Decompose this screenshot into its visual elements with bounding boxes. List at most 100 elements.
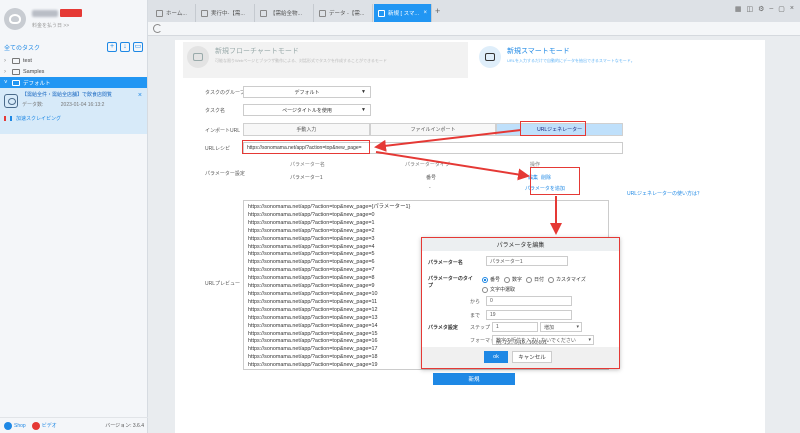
page-icon — [201, 9, 208, 17]
close-icon[interactable]: × — [423, 10, 427, 16]
import-icon[interactable]: ↓ — [120, 42, 130, 52]
tab-home[interactable]: ホーム... — [152, 4, 196, 22]
folder-icon — [12, 57, 20, 64]
task-card[interactable]: 【需給全件・需給全店舗】で飲食店閲覧 データ数: 2023-01-04 16:1… — [0, 88, 147, 134]
gear-icon[interactable]: ⚙ — [758, 5, 764, 13]
annotation-box-operations — [530, 167, 580, 195]
accelerate-label: 加速スクレイピング — [16, 116, 62, 122]
dialog-title: パラメータを編集 — [422, 238, 619, 251]
refresh-icon[interactable] — [153, 24, 162, 33]
radio-text-extract[interactable]: 文字中選取 — [482, 286, 515, 293]
step-label: ステップ — [470, 325, 491, 331]
url-recipe-label: URLレシピ — [205, 146, 231, 152]
dialog-type-label: パラメーターのタイプ — [428, 276, 473, 289]
shop-icon — [4, 421, 12, 430]
avatar-face-icon — [9, 14, 21, 24]
tab-running[interactable]: 実行中-【需... — [197, 4, 255, 22]
type-radio-group: 番号 数字 日付 カスタマイズ — [482, 276, 586, 283]
caret-down-icon: ▼ — [361, 107, 366, 113]
create-button[interactable]: 新規 — [433, 373, 515, 385]
task-date: 2023-01-04 16:13:2 — [60, 102, 105, 108]
radio-digit[interactable]: 数字 — [504, 276, 522, 283]
folder-samples[interactable]: › Samples — [0, 66, 147, 77]
task-data-label: データ数: — [22, 102, 44, 108]
video-icon — [31, 421, 40, 430]
group-select[interactable]: デフォルト ▼ — [243, 86, 371, 98]
close-icon[interactable]: × — [138, 92, 142, 99]
page-icon — [260, 9, 267, 17]
radio-dot-icon — [482, 276, 488, 283]
import-url-label: インポートURL — [205, 128, 241, 134]
folder-test[interactable]: › test — [0, 55, 147, 66]
edit-param-dialog: パラメータを編集 パラメーター名 パラメーター1 パラメーターのタイプ 番号 数… — [421, 237, 620, 369]
user-name — [32, 9, 82, 17]
robot-icon — [4, 94, 18, 108]
cancel-button[interactable]: キャンセル — [512, 351, 552, 363]
from-label: から — [470, 299, 481, 305]
avatar[interactable] — [4, 8, 26, 30]
radio-date[interactable]: 日付 — [526, 276, 544, 283]
all-tasks-title[interactable]: 全てのタスク — [4, 43, 40, 52]
user-name-blurred — [32, 9, 58, 17]
manual-input-button[interactable]: 手動入力 — [243, 123, 370, 136]
shop-link[interactable]: Shop — [14, 423, 26, 429]
file-import-button[interactable]: ファイルインポート — [369, 123, 497, 136]
home-icon — [156, 9, 163, 17]
dialog-name-label: パラメーター名 — [428, 260, 463, 266]
maximize-icon[interactable]: ▢ — [778, 5, 785, 13]
flowchart-desc: 可能な限りWebページとブラウザ動作による、対話形式でタスクを作成することができ… — [215, 58, 387, 63]
preview-url-line: https://sonomama.net/app/?action=top&new… — [248, 219, 375, 226]
help-link[interactable]: URLジェネレーターの使い方は？ — [627, 190, 702, 197]
step-mode-select[interactable]: 増加 ▾ — [540, 322, 582, 332]
flowchart-mode-card[interactable]: 新規フローチャートモード 可能な限りWebページとブラウザ動作による、対話形式で… — [183, 42, 468, 78]
smart-mode-card[interactable]: 新規スマートモード URLを入力するだけで自動的にデータを抽出できるスマートなモ… — [475, 42, 757, 78]
flowchart-text: 新規フローチャートモード 可能な限りWebページとブラウザ動作による、対話形式で… — [215, 46, 435, 74]
billing-link[interactable]: 料金を払う日 >> — [32, 22, 82, 29]
window-controls: ▦ ◫ ⚙ – ▢ × — [735, 5, 794, 13]
step-input[interactable]: 1 — [492, 322, 538, 332]
preview-url-line: https://sonomama.net/app/?action=top&new… — [248, 227, 375, 234]
folder-default[interactable]: ˅ デフォルト — [0, 77, 147, 88]
sidebar-footer: Shop ビデオ バージョン: 3.6.4 — [0, 417, 148, 433]
task-tree: › test › Samples ˅ デフォルト 【需給全件・需給全店舗】で飲食… — [0, 55, 147, 134]
caret-down-icon: ▾ — [588, 337, 591, 343]
ok-button[interactable]: ok — [484, 351, 508, 363]
param-settings-label: パラメタ設定 — [428, 325, 458, 331]
user-box: 料金を払う日 >> — [0, 0, 147, 38]
robot-icon — [485, 53, 495, 61]
tab-label: 実行中-【需... — [211, 11, 245, 17]
add-tab-icon[interactable]: + — [435, 6, 440, 16]
tab-data[interactable]: データ -【需... — [315, 4, 373, 22]
accelerate-link[interactable]: 加速スクレイピング — [4, 115, 143, 122]
group-value: デフォルト — [294, 89, 320, 96]
vip-badge — [60, 9, 82, 17]
task-name-value: ページタイトルを使用 — [282, 107, 332, 114]
minimize-icon[interactable]: – — [769, 5, 773, 13]
format-example: 例: 1,2...9,10...100,101 — [496, 340, 547, 346]
radio-number-label: 番号 — [490, 277, 501, 283]
new-task-icon[interactable]: + — [107, 42, 117, 52]
video-link[interactable]: ビデオ — [42, 422, 57, 429]
task-name-label: タスク名 — [205, 108, 226, 114]
param-settings-label: パラメーター設定 — [205, 171, 245, 177]
param-name-input[interactable]: パラメーター1 — [486, 256, 568, 266]
folder-label: test — [23, 57, 32, 64]
task-name-select[interactable]: ページタイトルを使用 ▼ — [243, 104, 371, 116]
radio-number[interactable]: 番号 — [482, 276, 500, 283]
group-label: タスクのグループ — [205, 90, 245, 96]
flowchart-title: 新規フローチャートモード — [215, 48, 299, 55]
smart-desc: URLを入力するだけで自動的にデータを抽出できるスマートなモード。 — [507, 58, 635, 63]
new-folder-icon[interactable]: ▭ — [133, 42, 143, 52]
tab-label: ホーム... — [166, 11, 187, 17]
layout-icon[interactable]: ▦ — [735, 5, 742, 13]
tab-new-smart[interactable]: 新規 [ スマ... × — [374, 4, 432, 22]
radio-custom[interactable]: カスタマイズ — [548, 276, 586, 283]
radio-custom-label: カスタマイズ — [556, 277, 586, 283]
bell-icon[interactable]: ◫ — [746, 5, 753, 13]
to-input[interactable]: 19 — [486, 310, 572, 320]
radio-digit-label: 数字 — [512, 277, 523, 283]
tab-task[interactable]: 【需給全物... — [256, 4, 314, 22]
radio-dot-icon — [504, 276, 511, 283]
from-input[interactable]: 0 — [486, 296, 572, 306]
close-window-icon[interactable]: × — [790, 5, 794, 13]
